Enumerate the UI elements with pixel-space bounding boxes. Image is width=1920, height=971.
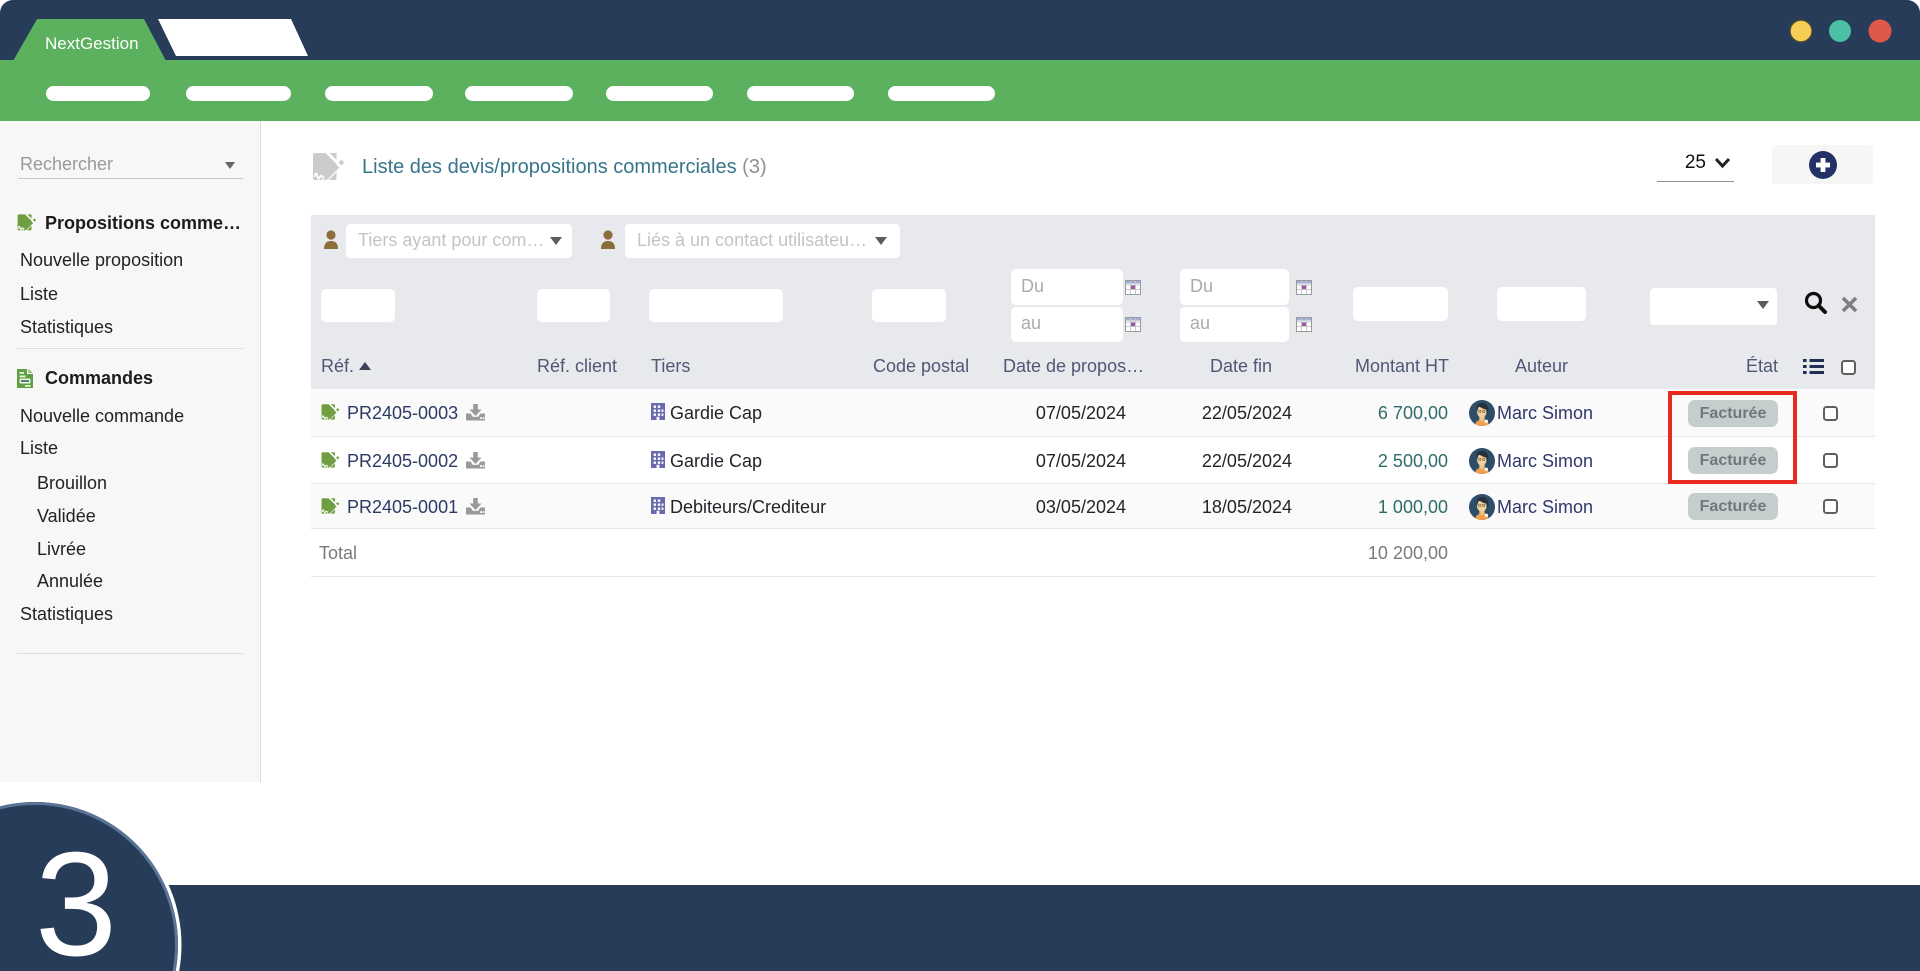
svg-text:3: 3 — [35, 822, 117, 971]
